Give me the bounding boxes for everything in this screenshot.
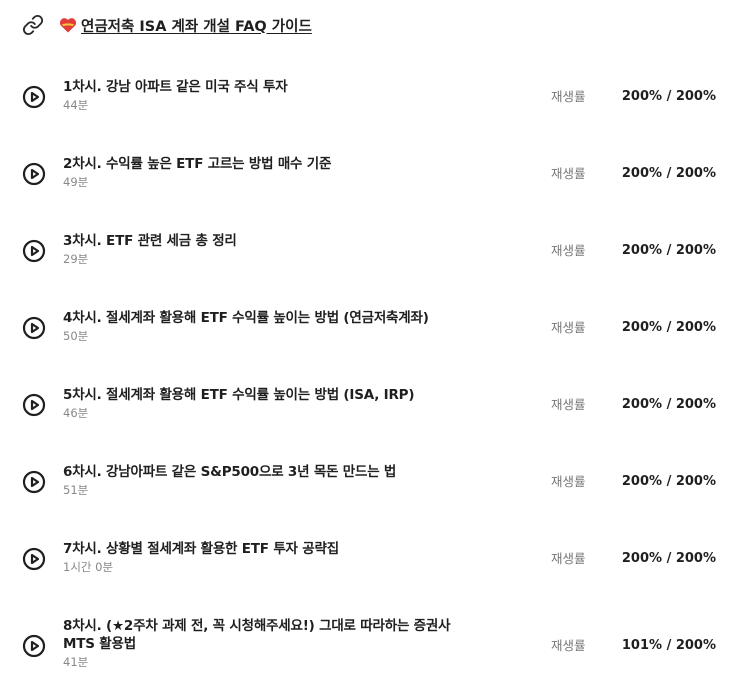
- playback-rate-label: 재생률: [551, 551, 586, 566]
- playback-rate-label: 재생률: [551, 638, 586, 653]
- lesson-texts: 2차시. 수익률 높은 ETF 고르는 방법 매수 기준 49분: [63, 155, 331, 190]
- lesson-texts: 1차시. 강남 아파트 같은 미국 주식 투자 44분: [63, 78, 288, 113]
- lesson-row[interactable]: 8차시. (★2주차 과제 전, 꼭 시청해주세요!) 그대로 따라하는 증권사…: [0, 617, 729, 673]
- lesson-title: 4차시. 절세계좌 활용해 ETF 수익률 높이는 방법 (연금저축계좌): [63, 310, 429, 326]
- lesson-duration: 49분: [63, 175, 89, 189]
- play-icon[interactable]: [22, 239, 46, 263]
- playback-rate-value: 200% / 200%: [621, 89, 716, 104]
- lesson-title: 3차시. ETF 관련 세금 총 정리: [63, 233, 237, 249]
- play-icon[interactable]: [22, 85, 46, 109]
- playback-rate-label: 재생률: [551, 166, 586, 181]
- lesson-title-line2: MTS 활용법: [63, 636, 136, 652]
- heart-icon: [59, 17, 77, 33]
- play-icon[interactable]: [22, 634, 46, 658]
- lesson-row[interactable]: 7차시. 상황별 절세계좌 활용한 ETF 투자 공략집 1시간 0분 재생률 200…: [0, 540, 729, 576]
- lesson-row[interactable]: 3차시. ETF 관련 세금 총 정리 29분 재생률 200% / 200%: [0, 232, 729, 268]
- lesson-texts: 8차시. (★2주차 과제 전, 꼭 시청해주세요!) 그대로 따라하는 증권사…: [63, 617, 451, 670]
- playback-rate-label: 재생률: [551, 474, 586, 489]
- lesson-row[interactable]: 4차시. 절세계좌 활용해 ETF 수익률 높이는 방법 (연금저축계좌) 50분…: [0, 309, 729, 345]
- lesson-row[interactable]: 1차시. 강남 아파트 같은 미국 주식 투자 44분 재생률 200% / 200%: [0, 78, 729, 114]
- playback-rate-value: 200% / 200%: [621, 320, 716, 335]
- lesson-texts: 6차시. 강남아파트 같은 S&P500으로 3년 목돈 만드는 법 51분: [63, 463, 396, 498]
- link-icon: [22, 14, 44, 36]
- lesson-title: 5차시. 절세계좌 활용해 ETF 수익률 높이는 방법 (ISA, IRP): [63, 387, 415, 403]
- lesson-duration: 51분: [63, 483, 89, 497]
- faq-guide-link[interactable]: 연금저축 ISA 계좌 개설 FAQ 가이드: [81, 15, 312, 36]
- header: 연금저축 ISA 계좌 개설 FAQ 가이드: [22, 13, 312, 37]
- playback-rate-value: 101% / 200%: [621, 638, 716, 653]
- playback-rate-value: 200% / 200%: [621, 397, 716, 412]
- lesson-texts: 5차시. 절세계좌 활용해 ETF 수익률 높이는 방법 (ISA, IRP) 4…: [63, 386, 415, 421]
- lesson-texts: 7차시. 상황별 절세계좌 활용한 ETF 투자 공략집 1시간 0분: [63, 540, 339, 575]
- play-icon[interactable]: [22, 547, 46, 571]
- lesson-title: 2차시. 수익률 높은 ETF 고르는 방법 매수 기준: [63, 156, 332, 172]
- playback-rate-label: 재생률: [551, 397, 586, 412]
- play-icon[interactable]: [22, 470, 46, 494]
- lesson-row[interactable]: 5차시. 절세계좌 활용해 ETF 수익률 높이는 방법 (ISA, IRP) 4…: [0, 386, 729, 422]
- playback-rate-value: 200% / 200%: [621, 243, 716, 258]
- play-icon[interactable]: [22, 316, 46, 340]
- playback-rate-value: 200% / 200%: [621, 474, 716, 489]
- play-icon[interactable]: [22, 162, 46, 186]
- playback-rate-label: 재생률: [551, 243, 586, 258]
- play-icon[interactable]: [22, 393, 46, 417]
- lesson-duration: 50분: [63, 329, 89, 343]
- playback-rate-value: 200% / 200%: [621, 551, 716, 566]
- lesson-title: 8차시. (★2주차 과제 전, 꼭 시청해주세요!) 그대로 따라하는 증권사: [63, 618, 451, 634]
- lesson-row[interactable]: 6차시. 강남아파트 같은 S&P500으로 3년 목돈 만드는 법 51분 재생률…: [0, 463, 729, 499]
- lesson-duration: 41분: [63, 655, 89, 669]
- lesson-title: 1차시. 강남 아파트 같은 미국 주식 투자: [63, 79, 288, 95]
- playback-rate-value: 200% / 200%: [621, 166, 716, 181]
- lesson-duration: 29분: [63, 252, 89, 266]
- playback-rate-label: 재생률: [551, 89, 586, 104]
- lesson-title: 7차시. 상황별 절세계좌 활용한 ETF 투자 공략집: [63, 541, 339, 557]
- lesson-row[interactable]: 2차시. 수익률 높은 ETF 고르는 방법 매수 기준 49분 재생률 200% /…: [0, 155, 729, 191]
- lesson-duration: 1시간 0분: [63, 560, 114, 574]
- lesson-texts: 3차시. ETF 관련 세금 총 정리 29분: [63, 232, 237, 267]
- lesson-texts: 4차시. 절세계좌 활용해 ETF 수익률 높이는 방법 (연금저축계좌) 50분: [63, 309, 429, 344]
- lesson-duration: 44분: [63, 98, 89, 112]
- lesson-duration: 46분: [63, 406, 89, 420]
- playback-rate-label: 재생률: [551, 320, 586, 335]
- lesson-title: 6차시. 강남아파트 같은 S&P500으로 3년 목돈 만드는 법: [63, 464, 397, 480]
